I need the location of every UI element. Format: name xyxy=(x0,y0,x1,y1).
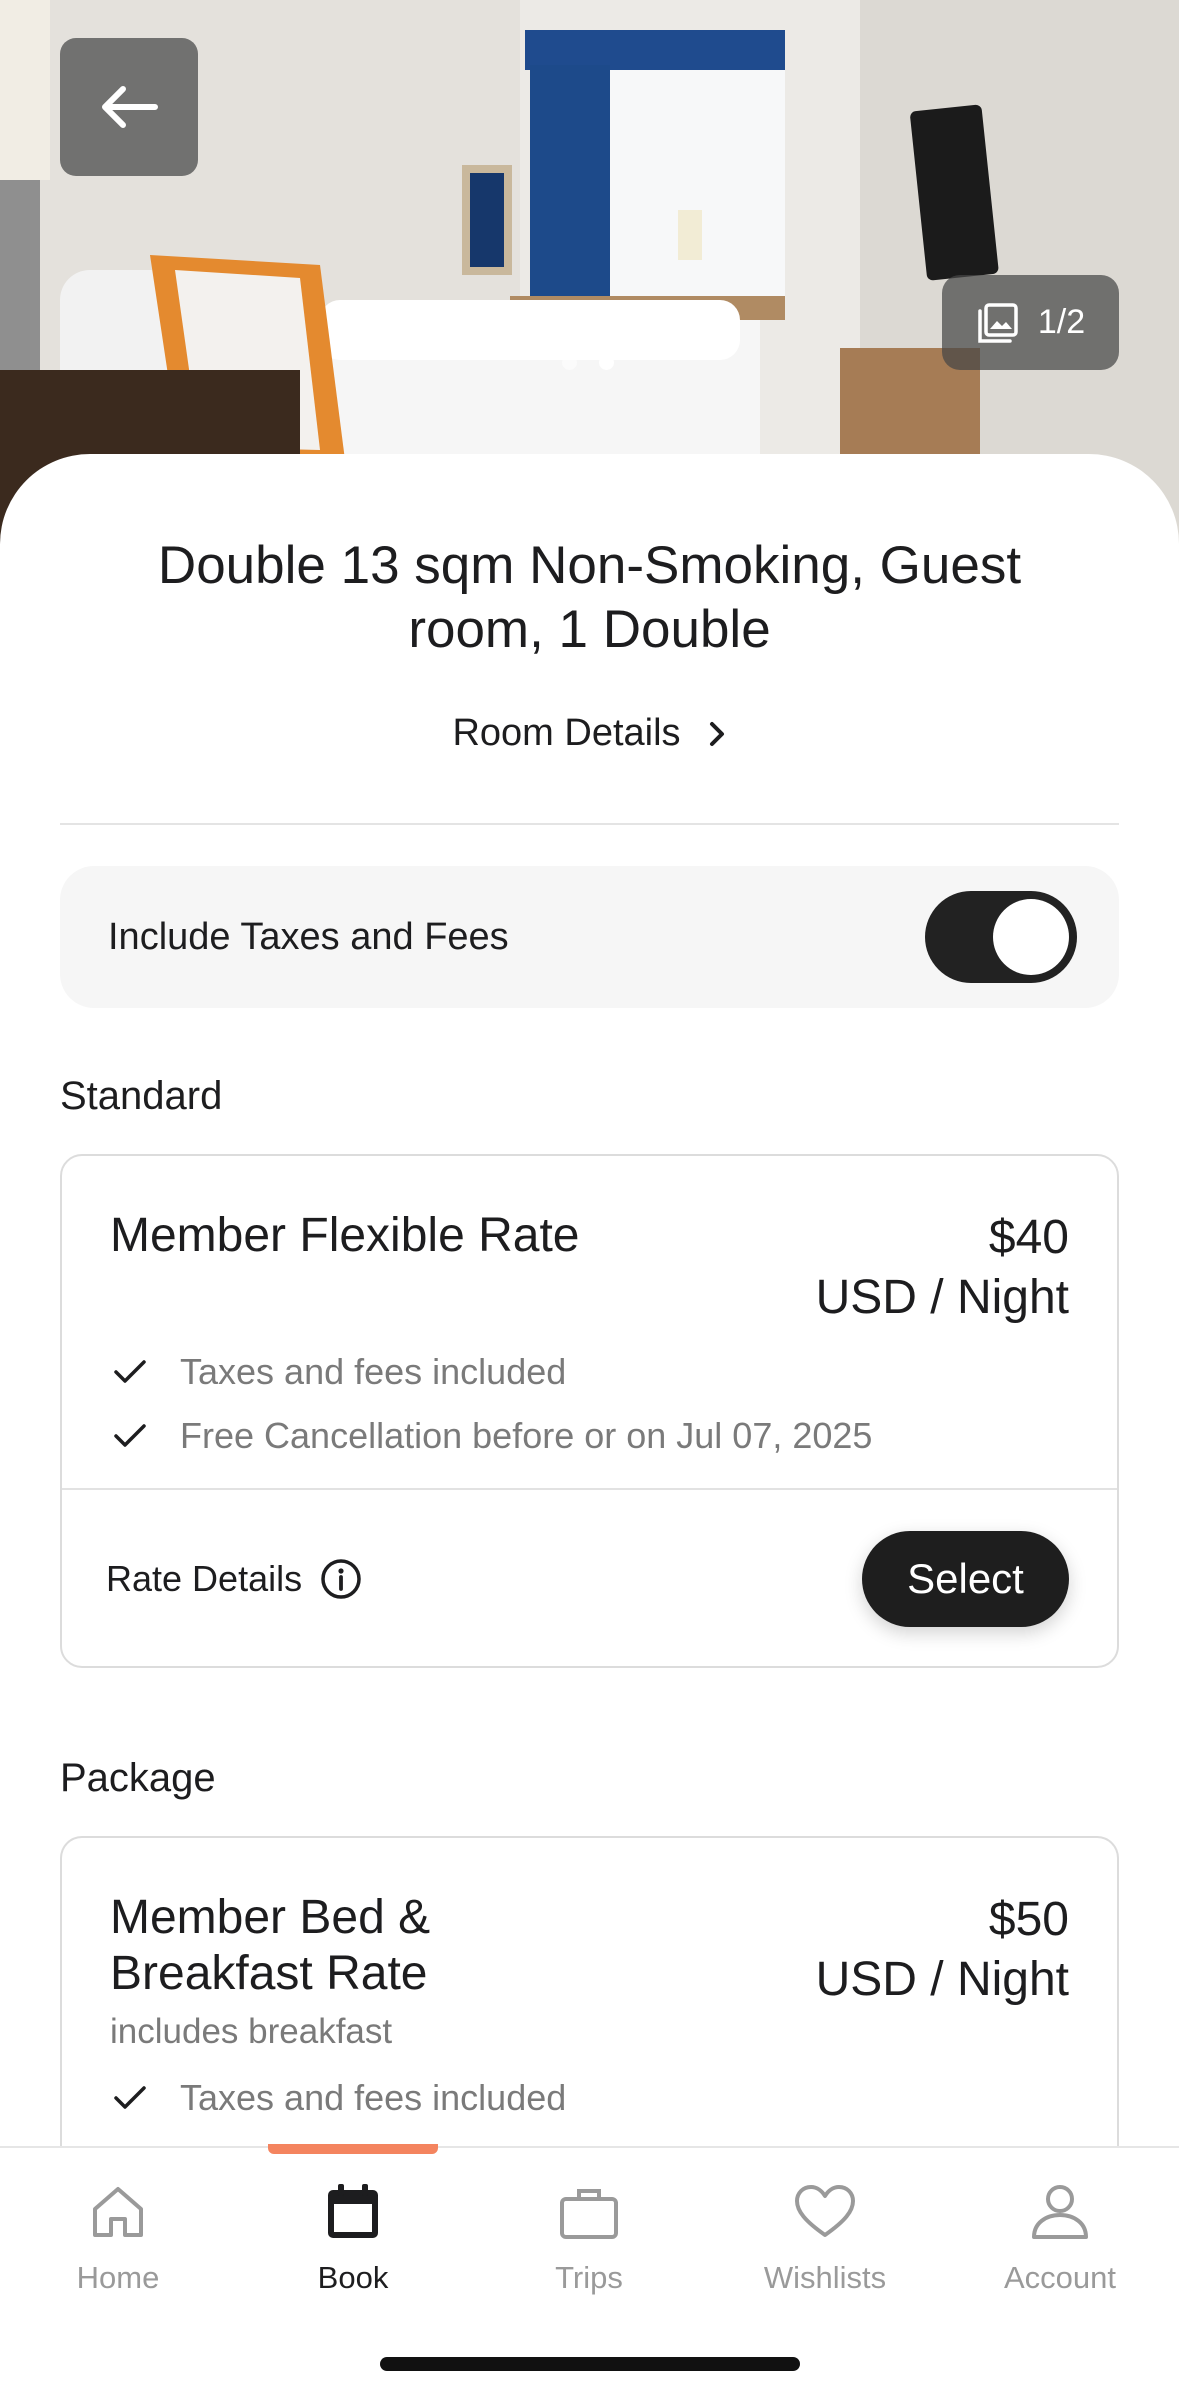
rate-details-link[interactable]: Rate Details xyxy=(106,1558,362,1600)
back-button[interactable] xyxy=(60,38,198,176)
carousel-dot-active[interactable] xyxy=(599,355,614,370)
feature-text: Free Cancellation before or on Jul 07, 2… xyxy=(180,1415,873,1456)
rate-card-header: Member Flexible Rate $40 USD / Night Tax… xyxy=(62,1156,1117,1488)
rate-features: Taxes and fees included Free Cancellatio… xyxy=(110,1340,872,1468)
person-icon xyxy=(1028,2174,1092,2250)
rate-subtitle: includes breakfast xyxy=(110,2012,393,2051)
feature-item: Taxes and fees included xyxy=(110,1340,872,1404)
gallery-icon xyxy=(978,302,1018,343)
checkmark-icon xyxy=(110,1423,150,1449)
heart-icon xyxy=(793,2174,857,2250)
checkmark-icon xyxy=(110,2085,150,2111)
home-indicator xyxy=(380,2357,800,2371)
photo-counter: 1/2 xyxy=(1037,303,1086,341)
rate-price: $50 USD / Night xyxy=(816,1890,1069,2010)
feature-item: Free Cancellation before or on Jul 07, 2… xyxy=(110,1404,872,1468)
tab-label: Home xyxy=(76,2260,160,2295)
carousel-dots xyxy=(562,355,614,370)
rate-card-header: Member Bed & Breakfast Rate $50 USD / Ni… xyxy=(62,1838,1117,2130)
carousel-dot[interactable] xyxy=(562,355,577,370)
arrow-left-icon xyxy=(102,86,158,128)
room-details-label: Room Details xyxy=(452,712,681,754)
room-title: Double 13 sqm Non-Smoking, Guest room, 1… xyxy=(157,536,1022,659)
briefcase-icon xyxy=(558,2174,620,2250)
rate-card-member-flexible: Member Flexible Rate $40 USD / Night Tax… xyxy=(60,1154,1119,1668)
room-details-link[interactable]: Room Details xyxy=(0,712,1179,755)
calendar-icon xyxy=(324,2174,382,2250)
tab-label: Trips xyxy=(555,2260,623,2295)
feature-text: Taxes and fees included xyxy=(180,1351,567,1392)
tab-wishlists[interactable]: Wishlists xyxy=(707,2174,943,2314)
include-taxes-row: Include Taxes and Fees xyxy=(60,866,1119,1008)
home-icon xyxy=(89,2174,147,2250)
tab-trips[interactable]: Trips xyxy=(471,2174,707,2314)
tab-label: Wishlists xyxy=(763,2260,887,2295)
checkmark-icon xyxy=(110,1359,150,1385)
select-rate-button[interactable]: Select xyxy=(862,1531,1069,1627)
include-taxes-label: Include Taxes and Fees xyxy=(108,915,509,958)
rate-card-footer: Rate Details Select xyxy=(62,1488,1117,1666)
price-amount: $40 xyxy=(988,1211,1069,1264)
price-amount: $50 xyxy=(988,1893,1069,1946)
room-detail-sheet: Double 13 sqm Non-Smoking, Guest room, 1… xyxy=(0,454,1179,2236)
tab-book[interactable]: Book xyxy=(235,2174,471,2314)
active-tab-indicator xyxy=(268,2144,438,2154)
tab-account[interactable]: Account xyxy=(942,2174,1178,2314)
section-label-standard: Standard xyxy=(60,1074,223,1118)
rate-name: Member Flexible Rate xyxy=(110,1209,580,1262)
include-taxes-toggle[interactable] xyxy=(925,891,1077,983)
photo-gallery-button[interactable]: 1/2 xyxy=(942,275,1119,370)
feature-text: Taxes and fees included xyxy=(180,2077,567,2118)
toggle-knob xyxy=(993,899,1069,975)
chevron-right-icon xyxy=(709,721,724,746)
price-unit: USD / Night xyxy=(815,1953,1069,2006)
divider xyxy=(60,823,1119,825)
tab-home[interactable]: Home xyxy=(0,2174,236,2314)
info-icon xyxy=(321,1559,361,1599)
tab-label: Book xyxy=(317,2260,389,2295)
price-unit: USD / Night xyxy=(815,1271,1069,1324)
rate-name: Member Bed & Breakfast Rate xyxy=(110,1891,431,2000)
feature-item: Taxes and fees included xyxy=(110,2066,1069,2130)
tab-label: Account xyxy=(1003,2260,1116,2295)
rate-price: $40 USD / Night xyxy=(816,1208,1069,1328)
rate-details-label: Rate Details xyxy=(106,1558,303,1599)
section-label-package: Package xyxy=(60,1756,216,1800)
